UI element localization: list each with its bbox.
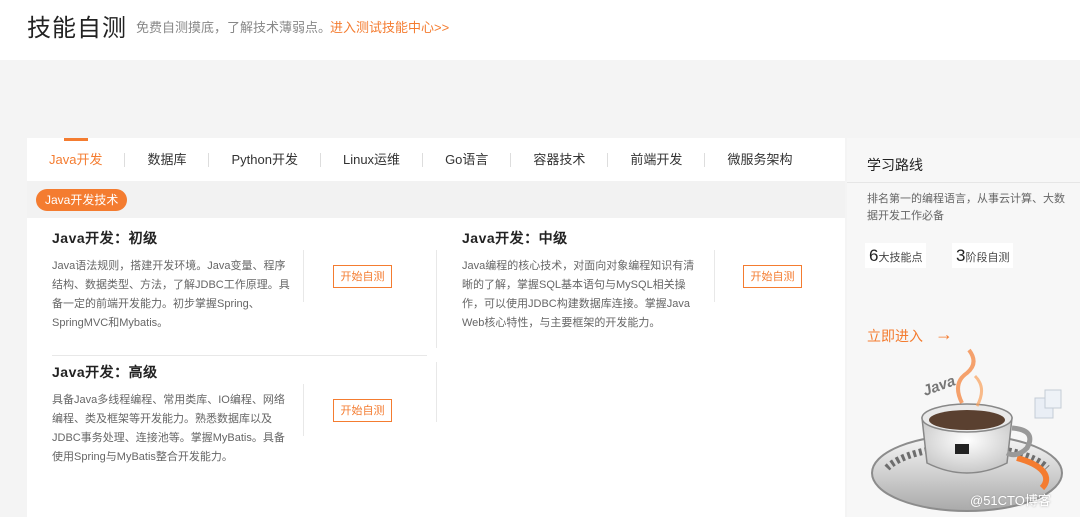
desc-line: 编程、类及框架等开发能力。熟悉数据库以及 xyxy=(52,413,272,425)
desc-line: 晰的了解，掌握SQL基本语句与MySQL相关操 xyxy=(462,279,686,291)
tab-container[interactable]: 容器技术 xyxy=(511,138,607,181)
tab-bar: Java开发 数据库 Python开发 Linux运维 Go语言 容器技术 前端… xyxy=(27,138,845,181)
course-description: 具备Java多线程编程、常用类库、IO编程、网络 编程、类及框架等开发能力。熟悉… xyxy=(52,391,292,467)
page-title: 技能自测 xyxy=(27,15,127,42)
start-test-button-advanced[interactable]: 开始自测 xyxy=(333,399,392,422)
stat-label: 阶段自测 xyxy=(965,252,1010,264)
desc-line: SpringMVC和Mybatis。 xyxy=(52,317,169,329)
stat-label: 大技能点 xyxy=(878,252,923,264)
desc-line: 备一定的前端开发能力。初步掌握Spring、 xyxy=(52,298,260,310)
skill-center-link[interactable]: 进入测试技能中心>> xyxy=(330,17,449,36)
tab-go[interactable]: Go语言 xyxy=(423,138,510,181)
desc-line: 具备Java多线程编程、常用类库、IO编程、网络 xyxy=(52,394,285,406)
steam-shape xyxy=(973,374,983,407)
page-subtitle: 免费自测摸底，了解技术薄弱点。 xyxy=(136,20,332,35)
divider xyxy=(847,182,1080,183)
category-pill[interactable]: Java开发技术 xyxy=(36,189,128,211)
stat-stage-tests: 3阶段自测 xyxy=(952,243,1014,268)
divider xyxy=(303,250,304,302)
tab-python[interactable]: Python开发 xyxy=(209,138,319,181)
cube-shape xyxy=(1044,389,1062,409)
tab-database[interactable]: 数据库 xyxy=(125,138,208,181)
start-test-button-beginner[interactable]: 开始自测 xyxy=(333,265,392,288)
course-card-advanced: Java开发：高级 具备Java多线程编程、常用类库、IO编程、网络 编程、类及… xyxy=(52,362,292,467)
category-bar xyxy=(27,181,845,218)
divider xyxy=(303,384,304,436)
tab-java[interactable]: Java开发 xyxy=(27,138,124,181)
divider xyxy=(52,355,427,356)
java-logo-text: Java xyxy=(921,372,958,399)
course-title: Java开发：初级 xyxy=(52,230,158,246)
watermark: @51CTO博客 xyxy=(970,493,1051,508)
coffee-surface xyxy=(929,410,1005,430)
divider xyxy=(436,250,437,348)
desc-line: Web核心特性，与主要框架的开发能力。 xyxy=(462,317,661,329)
enter-now-link[interactable]: 立即进入 xyxy=(867,326,923,346)
cup-badge xyxy=(955,444,969,454)
course-description: Java语法规则，搭建开发环境。Java变量、程序 结构、数据类型、方法，了解J… xyxy=(52,257,292,333)
course-card-intermediate: Java开发：中级 Java编程的核心技术，对面向对象编程知识有清 晰的了解，掌… xyxy=(462,228,702,333)
divider xyxy=(436,362,437,422)
desc-line: 结构、数据类型、方法，了解JDBC工作原理。具 xyxy=(52,279,290,291)
desc-line: Java语法规则，搭建开发环境。Java变量、程序 xyxy=(52,260,286,272)
steam-shape xyxy=(956,348,976,404)
course-card-beginner: Java开发：初级 Java语法规则，搭建开发环境。Java变量、程序 结构、数… xyxy=(52,228,292,333)
tab-microservices[interactable]: 微服务架构 xyxy=(705,138,814,181)
desc-line: 作，可以使用JDBC构建数据库连接。掌握Java xyxy=(462,298,690,310)
top-header: 技能自测 免费自测摸底，了解技术薄弱点。 进入测试技能中心>> xyxy=(0,0,1080,60)
desc-line: 使用Spring与MyBatis整合开发能力。 xyxy=(52,451,233,463)
course-title: Java开发：高级 xyxy=(52,364,158,380)
tab-linux[interactable]: Linux运维 xyxy=(321,138,422,181)
arrow-right-icon[interactable]: → xyxy=(935,324,953,345)
stat-skill-points: 6大技能点 xyxy=(865,243,927,268)
skill-test-panel: Java开发 数据库 Python开发 Linux运维 Go语言 容器技术 前端… xyxy=(27,138,845,517)
divider xyxy=(714,250,715,302)
desc-line: Java编程的核心技术，对面向对象编程知识有清 xyxy=(462,260,695,272)
learning-path-description: 排名第一的编程语言，从事云计算、大数据开发工作必备 xyxy=(867,193,1065,222)
learning-path-title: 学习路线 xyxy=(867,157,923,173)
tab-frontend[interactable]: 前端开发 xyxy=(608,138,704,181)
course-description: Java编程的核心技术，对面向对象编程知识有清 晰的了解，掌握SQL基本语句与M… xyxy=(462,257,702,333)
course-title: Java开发：中级 xyxy=(462,230,568,246)
learning-path-panel: 学习路线 排名第一的编程语言，从事云计算、大数据开发工作必备 6大技能点 3阶段… xyxy=(847,138,1080,517)
desc-line: JDBC事务处理、连接池等。掌握MyBatis。具备 xyxy=(52,432,285,444)
start-test-button-intermediate[interactable]: 开始自测 xyxy=(743,265,802,288)
